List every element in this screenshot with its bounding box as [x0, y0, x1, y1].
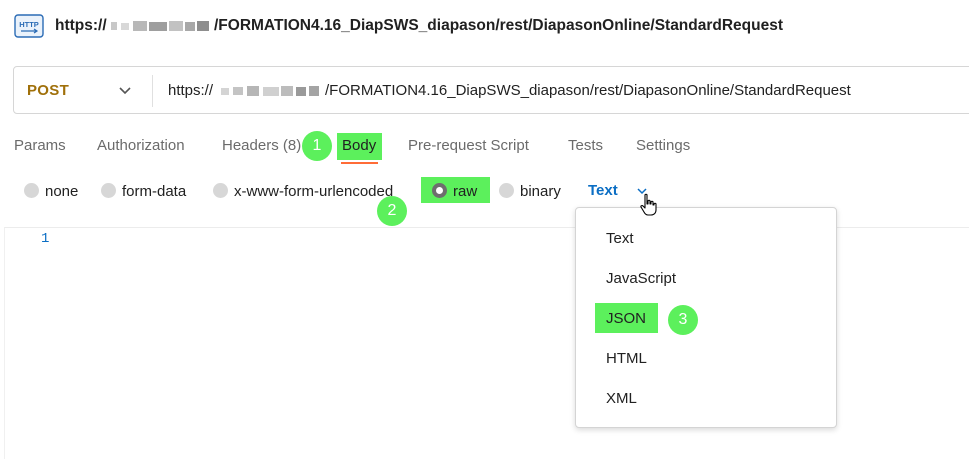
- dropdown-item-javascript[interactable]: JavaScript: [606, 270, 676, 287]
- language-select[interactable]: Text: [588, 182, 618, 199]
- radio-urlencoded[interactable]: [213, 183, 228, 198]
- redacted-host: [111, 21, 209, 31]
- radio-label-none[interactable]: none: [45, 183, 78, 200]
- radio-none[interactable]: [24, 183, 39, 198]
- radio-raw[interactable]: [432, 183, 447, 198]
- request-title-suffix: /FORMATION4.16_DiapSWS_diapason/rest/Dia…: [214, 17, 784, 34]
- dropdown-item-html[interactable]: HTML: [606, 350, 647, 367]
- redacted-url-host: [221, 86, 319, 96]
- active-tab-underline: [341, 162, 378, 164]
- tab-body[interactable]: Body: [342, 137, 376, 154]
- line-number: 1: [41, 231, 50, 247]
- tab-tests[interactable]: Tests: [568, 137, 603, 154]
- tab-params[interactable]: Params: [14, 137, 66, 154]
- http-request-icon: HTTP: [14, 14, 44, 38]
- url-input-prefix[interactable]: https://: [168, 82, 213, 99]
- method-select[interactable]: POST: [27, 82, 69, 99]
- radio-binary[interactable]: [499, 183, 514, 198]
- tab-authorization[interactable]: Authorization: [97, 137, 185, 154]
- chevron-down-icon[interactable]: [118, 83, 132, 97]
- hand-cursor-icon: [640, 193, 657, 216]
- radio-label-urlencoded[interactable]: x-www-form-urlencoded: [234, 183, 393, 200]
- radio-label-binary[interactable]: binary: [520, 183, 561, 200]
- tab-settings[interactable]: Settings: [636, 137, 690, 154]
- step-badge-2: 2: [377, 196, 407, 226]
- svg-text:HTTP: HTTP: [19, 20, 39, 29]
- tab-pre-request-script[interactable]: Pre-request Script: [408, 137, 529, 154]
- request-title-prefix: https://: [55, 17, 107, 34]
- step-badge-1: 1: [302, 131, 332, 161]
- radio-form-data[interactable]: [101, 183, 116, 198]
- radio-label-form-data[interactable]: form-data: [122, 183, 186, 200]
- step-badge-3: 3: [668, 305, 698, 335]
- dropdown-item-text[interactable]: Text: [606, 230, 634, 247]
- dropdown-item-json[interactable]: JSON: [606, 310, 646, 327]
- url-input-suffix[interactable]: /FORMATION4.16_DiapSWS_diapason/rest/Dia…: [325, 82, 851, 99]
- tab-headers[interactable]: Headers (8): [222, 137, 301, 154]
- radio-label-raw[interactable]: raw: [453, 183, 477, 200]
- request-bar-divider: [152, 75, 153, 107]
- dropdown-item-xml[interactable]: XML: [606, 390, 637, 407]
